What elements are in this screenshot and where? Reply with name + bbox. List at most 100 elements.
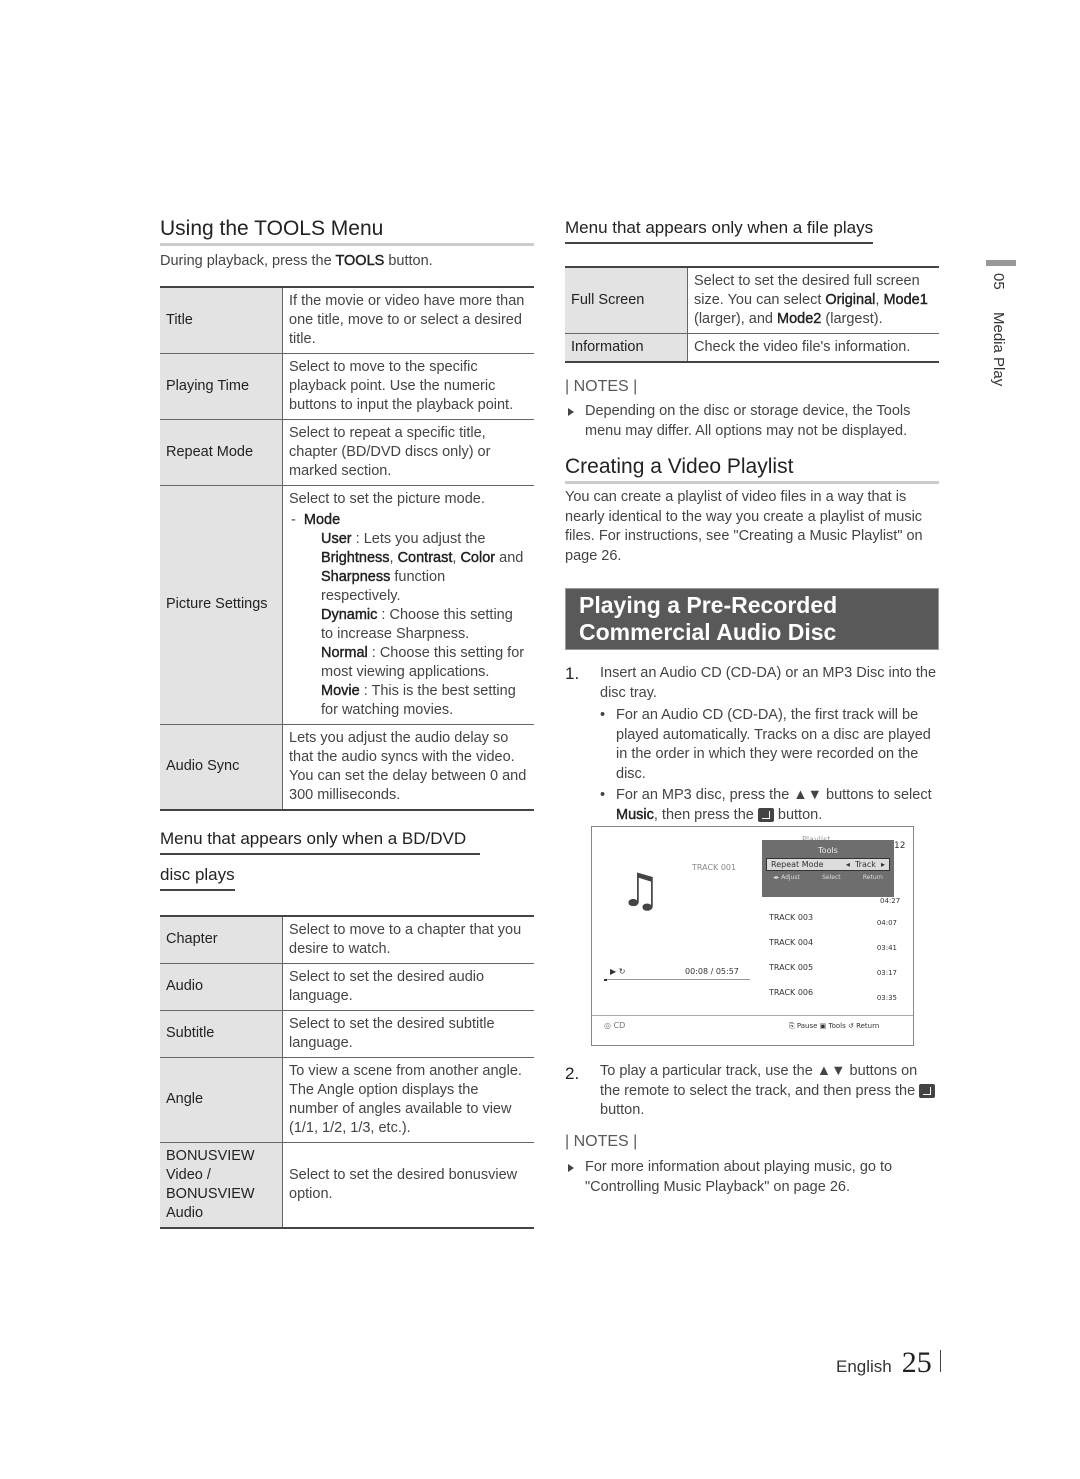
bold-term: Contrast: [397, 549, 453, 566]
table-row: Title If the movie or video have more tha…: [160, 286, 535, 354]
track-row[interactable]: TRACK 005 03:17: [769, 963, 897, 988]
table-row: Chapter Select to move to a chapter that …: [160, 915, 535, 964]
bold-term: Original: [825, 292, 876, 308]
divider: [592, 1015, 913, 1016]
bold-term: Mode2: [777, 311, 822, 327]
table-row: BONUSVIEW Video / BONUSVIEW Audio Select …: [160, 1142, 534, 1228]
select-hint: Select: [822, 874, 841, 881]
note-item: For more information about playing music…: [565, 1158, 939, 1197]
notes-label: | NOTES |: [565, 378, 638, 395]
bold-term: Normal: [321, 644, 368, 661]
banner-line-1: Playing a Pre-Recorded: [579, 592, 838, 618]
track-row[interactable]: TRACK 006 03:35: [769, 988, 897, 1013]
right-column: Menu that appears only when a file plays…: [565, 218, 939, 825]
elapsed-time: 00:08 / 05:57: [685, 967, 739, 976]
bd-heading-1: Menu that appears only when a BD/DVD: [160, 829, 480, 855]
text-segment: and: [495, 549, 524, 566]
bullet-item: For an Audio CD (CD-DA), the first track…: [600, 706, 939, 784]
bottom-hints: ⎘ Pause ▣ Tools ↺ Return: [789, 1022, 880, 1030]
file-table: Full Screen Select to set the desired ful…: [565, 266, 939, 363]
side-tab-bar: [986, 260, 1016, 266]
bullet-text-end: button.: [773, 806, 823, 823]
mode-dynamic: Dynamic : Choose this setting to increas…: [289, 606, 528, 644]
bd-heading-2: disc plays: [160, 865, 235, 891]
text-segment: Select to move to the specific playback …: [289, 358, 514, 413]
section-title-video-playlist: Creating a Video Playlist: [565, 455, 939, 484]
mode-label: Mode: [303, 511, 341, 528]
bold-term: TOOLS: [335, 253, 385, 269]
table-row: Subtitle Select to set the desired subtit…: [160, 1010, 534, 1057]
source-label: ◎ CD: [604, 1021, 626, 1030]
track-count: 12: [894, 841, 906, 851]
bd-table: Chapter Select to move to a chapter that …: [160, 914, 535, 1229]
row-desc: Select to move to a chapter that you des…: [283, 916, 535, 964]
note-text: For more information about playing music…: [585, 1159, 893, 1195]
text-segment: , then press the: [653, 806, 758, 823]
row-label: Full Screen: [565, 267, 688, 334]
track-name: TRACK 004: [769, 938, 814, 947]
bold-term: User: [321, 530, 352, 547]
music-player-screenshot: Playlist 12 TRACK 001 ♫ Tools Repeat Mod…: [591, 826, 914, 1046]
page-footer: English 25: [836, 1346, 941, 1380]
mode-heading: - Mode: [291, 511, 341, 528]
row-desc: Select to set the desired audio language…: [283, 963, 535, 1010]
mode-movie: Movie : This is the best setting for wat…: [289, 682, 528, 720]
row-label: Subtitle: [160, 1010, 283, 1057]
file-heading: Menu that appears only when a file plays: [565, 218, 874, 244]
row-desc: Select to set the desired subtitle langu…: [283, 1010, 535, 1057]
triangle-bullet-icon: [568, 1164, 574, 1172]
chapter-side-tab: 05 Media Play: [990, 273, 1007, 386]
play-icon: ▶ ↻: [610, 967, 626, 976]
text-segment: Select to set the desired bonusview opti…: [289, 1166, 518, 1202]
row-desc: Select to move to the specific playback …: [283, 353, 535, 419]
text-segment: Select to move to a chapter that you des…: [289, 921, 522, 957]
pause-hint: Pause: [796, 1022, 818, 1030]
banner-line-2: Commercial Audio Disc: [579, 619, 837, 645]
track-list: TRACK 003 04:07 TRACK 004 03:41 TRACK 005 0…: [769, 913, 897, 1013]
row-label: Title: [160, 286, 283, 353]
track-row[interactable]: TRACK 003 04:07: [769, 913, 897, 938]
track-row[interactable]: TRACK 004 03:41: [769, 938, 897, 963]
row-label: Playing Time: [160, 353, 283, 419]
bold-term: Color: [460, 549, 496, 566]
row-desc: Select to set the picture mode. - Mode U…: [283, 485, 535, 724]
row-label: Picture Settings: [160, 485, 283, 724]
return-hint: Return: [856, 1022, 880, 1030]
table-row: Angle To view a scene from another angle.…: [160, 1057, 534, 1142]
step-text-end: button.: [600, 1102, 645, 1118]
chapter-label: Media Play: [990, 311, 1007, 386]
repeat-mode-label: Repeat Mode: [771, 860, 824, 869]
row-desc: If the movie or video have more than one…: [283, 287, 535, 354]
table-row: Repeat Mode Select to repeat a specific t…: [160, 419, 534, 485]
track-name: TRACK 003: [769, 913, 814, 922]
tools-table: Title If the movie or video have more tha…: [160, 285, 535, 811]
tools-popup: Tools Repeat Mode ◂ Track ▸ ◂▸ Adjust Sele…: [762, 840, 894, 897]
track-time: 03:17: [876, 969, 897, 977]
repeat-mode-option[interactable]: Repeat Mode ◂ Track ▸: [766, 858, 890, 871]
track-time: 04:07: [876, 919, 897, 927]
bold-term: Brightness: [321, 549, 390, 566]
mode-normal: Normal : Choose this setting for most vi…: [289, 644, 528, 682]
track-name: TRACK 005: [769, 963, 814, 972]
text-segment: button.: [384, 253, 433, 269]
music-note-icon: ♫: [620, 863, 662, 917]
step-text: Insert an Audio CD (CD-DA) or an MP3 Dis…: [600, 665, 937, 701]
row-desc: Select to set the desired bonusview opti…: [283, 1142, 535, 1228]
bold-term: Music: [616, 806, 654, 823]
row-desc: Lets you adjust the audio delay so that …: [283, 724, 535, 810]
bold-term: Dynamic: [321, 606, 378, 623]
bold-term: Mode1: [883, 292, 928, 308]
popup-hints: ◂▸ Adjust Select Return: [762, 874, 894, 881]
track-time: 04:27: [880, 897, 901, 905]
table-row: Playing Time Select to move to the specif…: [160, 353, 534, 419]
step-number: 1.: [565, 664, 580, 683]
step-1: 1. Insert an Audio CD (CD-DA) or an MP3 …: [565, 664, 939, 825]
bold-term: Movie: [321, 682, 360, 699]
playlist-text: You can create a playlist of video files…: [565, 489, 923, 564]
page-number: 25: [901, 1346, 932, 1379]
mode-user: User : Lets you adjust the Brightness, C…: [289, 530, 528, 606]
row-label: Audio Sync: [160, 724, 283, 810]
left-column: Using the TOOLS Menu During playback, pr…: [160, 217, 534, 1229]
progress-bar[interactable]: [604, 979, 750, 981]
picture-desc: Select to set the picture mode.: [289, 490, 528, 509]
